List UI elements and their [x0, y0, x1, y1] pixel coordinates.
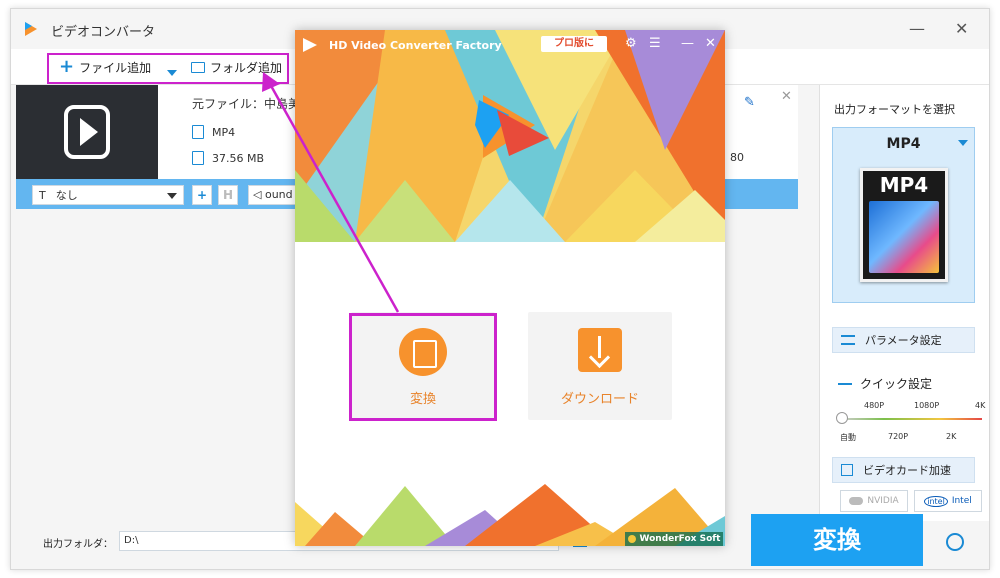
add-subtitle-button[interactable]: +: [192, 185, 212, 205]
output-panel: 出力フォーマットを選択 MP4 MP4 パラメータ設定 クイック設定 480P …: [819, 85, 989, 521]
sliders-icon: [841, 335, 855, 345]
output-folder-label: 出力フォルダ：: [43, 539, 113, 550]
wonderfox-logo-icon: [627, 535, 636, 543]
quality-label-1080p: 1080P: [914, 401, 940, 410]
app-logo-icon: [303, 38, 317, 52]
download-tile-label: ダウンロード: [560, 392, 639, 407]
convert-highlight-box: [349, 313, 497, 421]
remove-file-icon[interactable]: ✕: [781, 89, 792, 104]
size-value: 37.56 MB: [212, 151, 265, 165]
source-file-label: 元ファイル：中島美: [192, 97, 301, 111]
file-icon: [192, 125, 204, 139]
gear-icon[interactable]: ⚙: [625, 36, 637, 52]
menu-icon[interactable]: ☰: [649, 36, 661, 52]
format-picture-label: MP4: [879, 173, 929, 197]
download-icon: [578, 328, 622, 372]
brand-label: WonderFox Soft: [639, 534, 721, 544]
toolbar-highlight-box: [47, 53, 289, 84]
convert-button[interactable]: 変換: [751, 514, 923, 566]
parameter-settings-label: パラメータ設定: [865, 334, 942, 347]
parameter-settings-button[interactable]: パラメータ設定: [832, 327, 975, 353]
format-name: MP4: [886, 136, 921, 152]
nvidia-button[interactable]: NVIDIA: [840, 490, 908, 512]
quality-label-2k: 2K: [946, 432, 957, 441]
play-icon[interactable]: [64, 105, 110, 159]
format-row: MP4: [192, 125, 235, 139]
nvidia-label: NVIDIA: [867, 496, 899, 506]
edit-icon[interactable]: ✎: [744, 95, 755, 110]
home-dialog: HD Video Converter Factory プロ版に ⚙ ☰ — ✕ …: [295, 30, 725, 546]
quality-label-480p: 480P: [864, 401, 885, 410]
chevron-down-icon: [167, 193, 177, 199]
dialog-title: HD Video Converter Factory: [329, 39, 502, 52]
upgrade-pro-button[interactable]: プロ版に: [541, 36, 607, 52]
mp4-format-image: MP4: [860, 168, 948, 282]
intel-button[interactable]: intel Intel: [914, 490, 982, 512]
chip-icon: [841, 464, 853, 476]
subtitle-select[interactable]: T なし: [32, 185, 184, 205]
quality-label-720p: 720P: [888, 432, 909, 441]
gpu-acceleration-label: ビデオカード加速: [863, 464, 951, 477]
dialog-minimize-button[interactable]: —: [681, 36, 694, 52]
size-row: 37.56 MB: [192, 151, 264, 165]
audio-value: ound: [264, 188, 293, 201]
hd-icon[interactable]: H: [218, 185, 238, 205]
format-selector[interactable]: MP4 MP4: [832, 127, 975, 303]
speaker-icon: ◁: [253, 188, 262, 201]
video-thumbnail[interactable]: [16, 85, 158, 179]
quick-settings-text: クイック設定: [860, 377, 933, 391]
wonderfox-brand: WonderFox Soft: [625, 532, 723, 546]
close-button[interactable]: ✕: [955, 19, 968, 39]
quality-slider-knob[interactable]: [836, 412, 848, 424]
chevron-down-icon[interactable]: [958, 140, 968, 146]
quality-label-auto: 自動: [840, 433, 856, 442]
download-tile[interactable]: ダウンロード: [528, 312, 672, 420]
app-logo-icon: [25, 22, 37, 36]
gpu-acceleration-button[interactable]: ビデオカード加速: [832, 457, 975, 483]
quick-settings-label: クイック設定: [838, 375, 932, 392]
format-value: MP4: [212, 125, 236, 139]
minimize-button[interactable]: —: [909, 19, 925, 39]
output-format-title: 出力フォーマットを選択: [834, 103, 955, 116]
folder-icon: [192, 151, 204, 165]
nvidia-icon: [849, 497, 864, 505]
output-value: 80: [730, 151, 744, 164]
window-title: ビデオコンバータ: [51, 25, 156, 40]
dialog-close-button[interactable]: ✕: [705, 36, 716, 52]
subtitle-value: なし: [55, 189, 78, 202]
quality-slider-track[interactable]: [842, 418, 982, 420]
film-image: [869, 201, 939, 273]
dialog-banner: [295, 30, 725, 242]
alarm-icon[interactable]: [946, 533, 964, 551]
intel-label: Intel: [951, 496, 972, 506]
slider-icon: [838, 382, 852, 385]
intel-icon: intel: [924, 495, 948, 507]
text-icon: T: [39, 188, 46, 202]
quality-label-4k: 4K: [975, 401, 986, 410]
